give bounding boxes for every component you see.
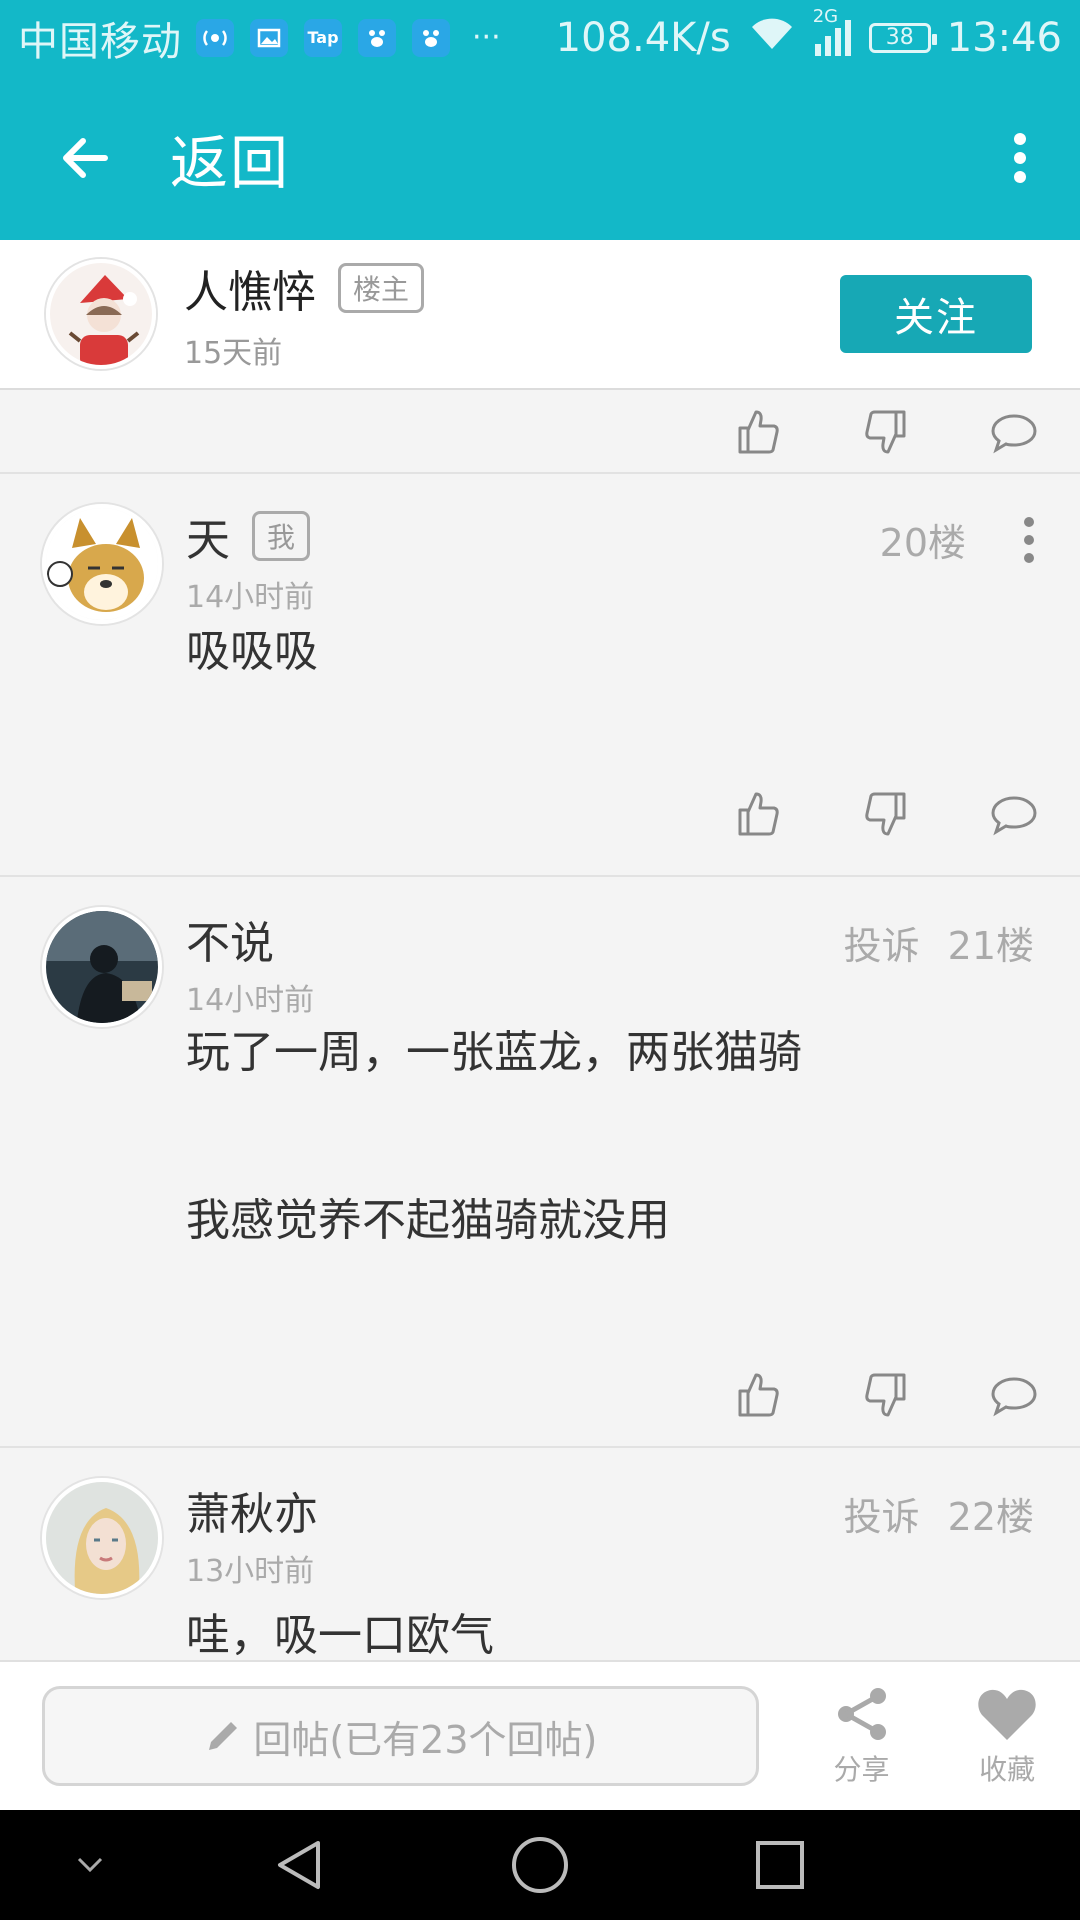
- username[interactable]: 天: [186, 504, 230, 568]
- gallery-app-icon: [250, 18, 288, 57]
- op-tag-badge: 楼主: [338, 263, 425, 313]
- post-actions: [0, 764, 1080, 864]
- pencil-icon: [209, 1722, 238, 1750]
- post-timestamp: 14小时前: [186, 983, 315, 1018]
- page-title[interactable]: 返回: [170, 116, 290, 200]
- share-icon: [837, 1688, 886, 1740]
- post-text-line: 玩了一周，一张蓝龙，两张猫骑: [186, 1027, 802, 1078]
- nav-back-button[interactable]: [240, 1810, 360, 1920]
- op-avatar[interactable]: [46, 259, 156, 369]
- report-link[interactable]: 投诉: [844, 1486, 920, 1541]
- post-text-line: 我感觉养不起猫骑就没用: [186, 1195, 670, 1246]
- arrow-left-icon: [63, 137, 108, 178]
- thumbs-up-icon[interactable]: [734, 408, 782, 456]
- thumbs-down-icon[interactable]: [862, 1371, 910, 1419]
- more-vertical-icon: [1014, 132, 1026, 183]
- nav-recents-button[interactable]: [720, 1810, 840, 1920]
- report-link[interactable]: 投诉: [844, 915, 920, 970]
- reply-input[interactable]: 回帖(已有23个回帖): [42, 1686, 759, 1786]
- me-tag-badge: 我: [252, 511, 311, 561]
- network-speed: 108.4K/s: [555, 14, 731, 61]
- reply-feed[interactable]: 天 我 14小时前 20楼 吸吸吸 不说 14小时前 投诉 21楼 玩了一周，一…: [0, 392, 1080, 1660]
- post-text-line: 哇，吸一口欧气: [186, 1610, 494, 1660]
- post-text-line: 吸吸吸: [186, 626, 318, 677]
- nav-collapse-button[interactable]: [30, 1810, 150, 1920]
- post-timestamp: 13小时前: [186, 1554, 315, 1589]
- post-actions: [0, 1345, 1080, 1445]
- op-username[interactable]: 人憔悴: [184, 256, 316, 320]
- reply-bar: 回帖(已有23个回帖) 分享 收藏: [0, 1660, 1080, 1810]
- floor-number: 21楼: [947, 924, 1034, 968]
- post-menu-button[interactable]: [1024, 516, 1034, 563]
- favorite-label: 收藏: [979, 1753, 1036, 1786]
- thumbs-up-icon[interactable]: [734, 790, 782, 838]
- post-content: 玩了一周，一张蓝龙，两张猫骑 我感觉养不起猫骑就没用: [0, 1025, 1080, 1345]
- cell-signal-icon: 2G: [813, 6, 853, 58]
- nav-home-button[interactable]: [480, 1810, 600, 1920]
- thumbs-up-icon[interactable]: [734, 1371, 782, 1419]
- floor-number: 20楼: [879, 521, 966, 565]
- comment-icon[interactable]: [990, 408, 1038, 456]
- user-avatar[interactable]: [42, 907, 162, 1027]
- clock: 13:46: [946, 14, 1062, 61]
- tap-app-icon: Tap: [304, 18, 342, 57]
- status-bar: 中国移动 Tap ··· 108.4K/s 2G 38 13:46: [0, 0, 1080, 75]
- post-timestamp: 14小时前: [186, 580, 315, 615]
- reply-post: 萧秋亦 13小时前 投诉 22楼 哇，吸一口欧气: [0, 1448, 1080, 1660]
- reply-placeholder: 回帖(已有23个回帖): [253, 1717, 598, 1762]
- chevron-down-icon: [77, 1857, 103, 1873]
- post-content: 哇，吸一口欧气: [0, 1608, 1080, 1660]
- share-button[interactable]: 分享: [789, 1684, 935, 1788]
- back-button[interactable]: [0, 75, 170, 240]
- follow-button[interactable]: 关注: [840, 275, 1032, 353]
- reply-post: 不说 14小时前 投诉 21楼 玩了一周，一张蓝龙，两张猫骑 我感觉养不起猫骑就…: [0, 877, 1080, 1448]
- user-avatar[interactable]: [42, 504, 162, 624]
- more-notifications-icon: ···: [472, 20, 501, 55]
- wifi-icon: [747, 13, 797, 63]
- thumbs-down-icon[interactable]: [862, 408, 910, 456]
- app-toolbar: 返回: [0, 75, 1080, 240]
- battery-icon: 38: [868, 22, 937, 53]
- network-type: 2G: [812, 5, 839, 27]
- floor-number: 22楼: [947, 1495, 1034, 1539]
- circle-home-icon: [512, 1837, 568, 1893]
- heart-icon: [978, 1689, 1036, 1740]
- comment-icon[interactable]: [990, 790, 1038, 838]
- thumbs-down-icon[interactable]: [862, 790, 910, 838]
- reply-post: 天 我 14小时前 20楼 吸吸吸: [0, 474, 1080, 877]
- original-poster-bar: 人憔悴 楼主 15天前 关注: [0, 240, 1080, 390]
- post-content: 吸吸吸: [0, 624, 1080, 764]
- overflow-menu-button[interactable]: [960, 75, 1080, 240]
- baidu-app-icon: [412, 18, 450, 57]
- square-recents-icon: [756, 1841, 804, 1889]
- op-timestamp: 15天前: [184, 336, 283, 371]
- system-nav-bar: [0, 1810, 1080, 1920]
- baidu-app-icon: [358, 18, 396, 57]
- post-text-line: [186, 1081, 1040, 1193]
- username[interactable]: 萧秋亦: [186, 1478, 318, 1542]
- comment-icon[interactable]: [990, 1371, 1038, 1419]
- triangle-back-icon: [278, 1841, 320, 1889]
- post-actions: [0, 392, 1080, 474]
- user-avatar[interactable]: [42, 1478, 162, 1598]
- signal-app-icon: [196, 18, 234, 57]
- carrier-name: 中国移动: [18, 18, 182, 65]
- favorite-button[interactable]: 收藏: [934, 1684, 1080, 1788]
- username[interactable]: 不说: [186, 907, 274, 971]
- share-label: 分享: [833, 1753, 890, 1786]
